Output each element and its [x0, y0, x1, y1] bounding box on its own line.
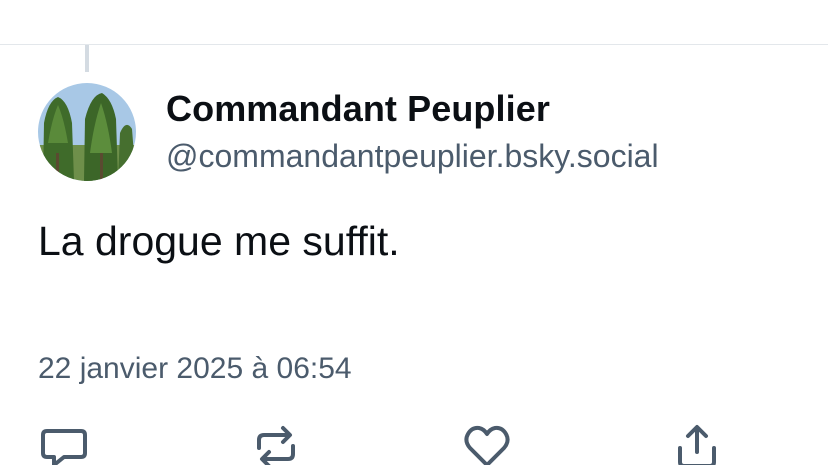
- post-thread-view: Commandant Peuplier @commandantpeuplier.…: [0, 0, 828, 465]
- post-timestamp: 22 janvier 2025 à 06:54: [38, 352, 352, 385]
- share-arrow-icon: [678, 425, 716, 465]
- repost-button[interactable]: [251, 422, 301, 465]
- top-divider: [0, 44, 828, 45]
- share-button[interactable]: [672, 422, 722, 465]
- repost-arrows-icon: [257, 426, 295, 465]
- author-display-name[interactable]: Commandant Peuplier: [166, 88, 550, 130]
- reply-button[interactable]: [40, 422, 90, 465]
- author-handle[interactable]: @commandantpeuplier.bsky.social: [166, 138, 659, 175]
- poplar-trees-avatar: [38, 83, 136, 181]
- heart-icon: [464, 425, 510, 465]
- avatar[interactable]: [38, 83, 136, 181]
- like-button[interactable]: [462, 422, 512, 465]
- post-text: La drogue me suffit.: [38, 218, 400, 264]
- thread-connector-line: [85, 45, 89, 72]
- speech-bubble-icon: [41, 429, 87, 465]
